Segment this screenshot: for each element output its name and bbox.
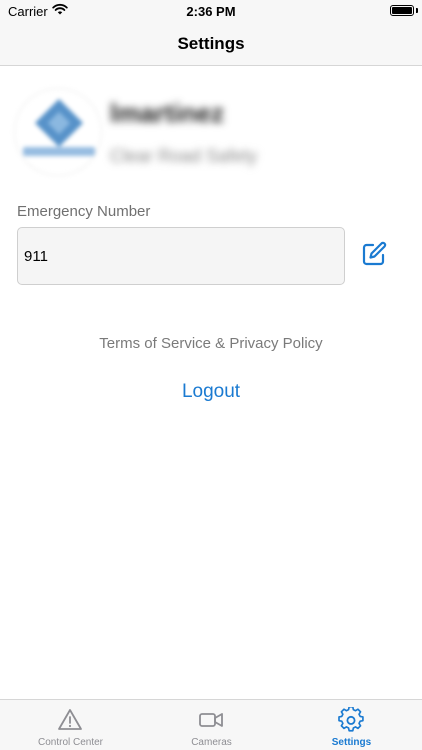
navigation-bar: Settings xyxy=(0,22,422,66)
video-camera-icon xyxy=(199,713,223,727)
terms-privacy-link[interactable]: Terms of Service & Privacy Policy xyxy=(0,335,422,352)
status-time: 2:36 PM xyxy=(186,4,236,19)
avatar xyxy=(14,88,102,176)
tab-bar: Control Center Cameras Settings xyxy=(0,699,422,750)
logout-button[interactable]: Logout xyxy=(0,381,422,403)
profile-username: lmartinez xyxy=(110,98,225,128)
profile-subtitle: Clear Road Safety xyxy=(110,146,258,166)
tab-settings[interactable]: Settings xyxy=(281,700,422,750)
company-logo-text xyxy=(23,147,95,156)
status-bar: Carrier 2:36 PM xyxy=(0,0,422,22)
battery-tip xyxy=(416,8,418,13)
page-title: Settings xyxy=(177,34,245,53)
tab-cameras[interactable]: Cameras xyxy=(141,700,282,750)
emergency-number-label: Emergency Number xyxy=(17,203,151,220)
gear-icon xyxy=(338,707,364,732)
tab-label: Settings xyxy=(331,737,372,748)
edit-icon[interactable] xyxy=(360,240,388,268)
battery-icon xyxy=(390,5,414,16)
emergency-number-field[interactable] xyxy=(17,227,345,285)
warning-icon xyxy=(58,709,82,730)
tab-label: Control Center xyxy=(37,737,104,748)
tab-control-center[interactable]: Control Center xyxy=(0,700,141,750)
profile-section: lmartinez Clear Road Safety xyxy=(14,88,408,184)
tab-label: Cameras xyxy=(191,737,232,748)
